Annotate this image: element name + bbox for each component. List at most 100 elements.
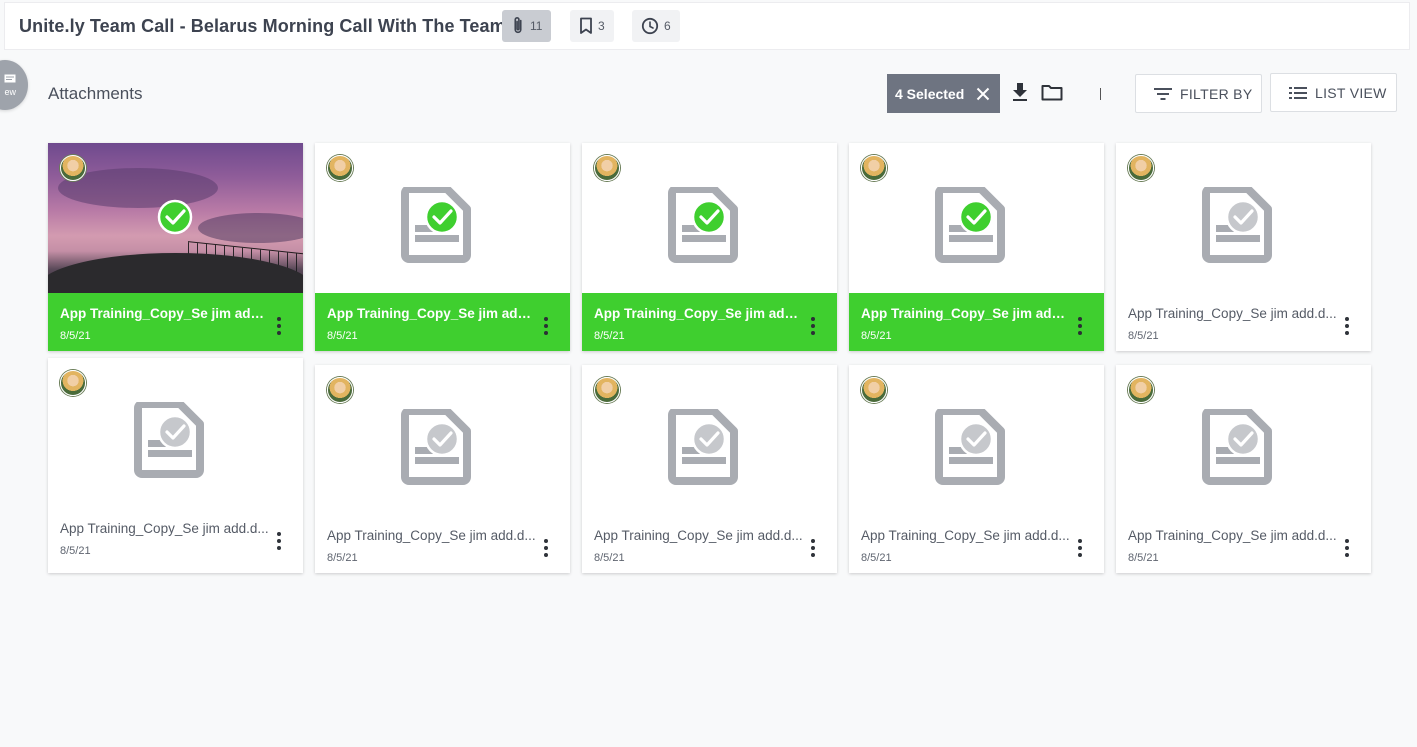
selected-check-icon[interactable] [958,199,994,235]
attachment-card[interactable]: App Training_Copy_Se jim add.d... 8/5/21 [48,143,303,351]
history-count: 6 [664,19,671,33]
avatar [594,155,620,181]
attachment-name: App Training_Copy_Se jim add.d... [594,306,806,321]
avatar [1128,155,1154,181]
clear-selection-icon[interactable] [976,87,990,101]
history-tab[interactable]: 6 [632,10,680,42]
attachment-card[interactable]: App Training_Copy_Se jim add.d... 8/5/21 [849,365,1104,573]
more-options-icon[interactable] [811,539,815,557]
attachment-date: 8/5/21 [60,545,91,557]
attachment-name: App Training_Copy_Se jim add.d... [327,306,539,321]
attachment-thumbnail[interactable] [48,143,303,293]
download-icon[interactable] [1012,82,1028,102]
bookmark-icon [580,17,592,34]
attachment-date: 8/5/21 [327,552,358,564]
attachment-name: App Training_Copy_Se jim add.d... [861,306,1073,321]
attachment-name: App Training_Copy_Se jim add.d... [594,528,803,543]
list-view-label: LIST VIEW [1315,84,1387,101]
attachment-card[interactable]: App Training_Copy_Se jim add.d... 8/5/21 [582,365,837,573]
section-title: Attachments [48,84,143,103]
attachment-card[interactable]: App Training_Copy_Se jim add.d... 8/5/21 [315,365,570,573]
attachment-footer: App Training_Copy_Se jim add.d... 8/5/21 [582,515,837,573]
attachments-tab[interactable]: 11 [502,10,552,42]
attachment-name: App Training_Copy_Se jim add.d... [60,306,272,321]
more-options-icon[interactable] [544,317,548,335]
attachment-thumbnail[interactable] [849,143,1104,293]
attachment-card[interactable]: App Training_Copy_Se jim add.d... 8/5/21 [849,143,1104,351]
filter-icon [1154,87,1172,100]
avatar [861,377,887,403]
selected-count-label: 4 Selected [895,85,965,102]
attachment-footer: App Training_Copy_Se jim add.d... 8/5/21 [315,515,570,573]
comment-icon [4,74,16,82]
attachment-date: 8/5/21 [1128,552,1159,564]
attachment-date: 8/5/21 [60,330,91,342]
bookmarks-count: 3 [598,19,605,33]
attachment-name: App Training_Copy_Se jim add.d... [1128,528,1337,543]
toolbar-divider [1100,88,1101,100]
filter-by-button[interactable]: FILTER BY [1135,74,1262,113]
attachment-date: 8/5/21 [1128,330,1159,342]
attachment-thumbnail[interactable] [1116,143,1371,293]
attachment-thumbnail[interactable] [315,365,570,515]
avatar [1128,377,1154,403]
attachment-card[interactable]: App Training_Copy_Se jim add.d... 8/5/21 [582,143,837,351]
attachment-name: App Training_Copy_Se jim add.d... [861,528,1070,543]
more-options-icon[interactable] [1345,539,1349,557]
attachment-thumbnail[interactable] [1116,365,1371,515]
page-title: Unite.ly Team Call - Belarus Morning Cal… [19,15,506,36]
attachment-thumbnail[interactable] [582,365,837,515]
attachment-card[interactable]: App Training_Copy_Se jim add.d... 8/5/21 [48,358,303,573]
select-check-icon[interactable] [1225,421,1261,457]
more-options-icon[interactable] [1078,539,1082,557]
attachment-date: 8/5/21 [861,330,892,342]
attachment-thumbnail[interactable] [315,143,570,293]
attachment-footer: App Training_Copy_Se jim add.d... 8/5/21 [582,293,837,351]
bookmarks-tab[interactable]: 3 [570,10,614,42]
more-options-icon[interactable] [277,532,281,550]
attachment-card[interactable]: App Training_Copy_Se jim add.d... 8/5/21 [1116,365,1371,573]
more-options-icon[interactable] [811,317,815,335]
attachment-footer: App Training_Copy_Se jim add.d... 8/5/21 [849,515,1104,573]
attachment-footer: App Training_Copy_Se jim add.d... 8/5/21 [1116,515,1371,573]
attachment-footer: App Training_Copy_Se jim add.d... 8/5/21 [315,293,570,351]
avatar [861,155,887,181]
list-view-button[interactable]: LIST VIEW [1270,73,1397,112]
clock-icon [641,17,659,35]
selected-check-icon[interactable] [157,199,193,235]
header-bar: Unite.ly Team Call - Belarus Morning Cal… [4,2,1410,50]
folder-icon[interactable] [1041,84,1063,101]
paperclip-icon [514,17,522,34]
attachment-card[interactable]: App Training_Copy_Se jim add.d... 8/5/21 [315,143,570,351]
avatar [327,377,353,403]
more-options-icon[interactable] [1345,317,1349,335]
attachment-footer: App Training_Copy_Se jim add.d... 8/5/21 [1116,293,1371,351]
more-options-icon[interactable] [1078,317,1082,335]
more-options-icon[interactable] [277,317,281,335]
list-icon [1289,86,1307,99]
select-check-icon[interactable] [958,421,994,457]
attachment-card[interactable]: App Training_Copy_Se jim add.d... 8/5/21 [1116,143,1371,351]
side-panel-toggle[interactable]: ew [0,60,28,110]
avatar [327,155,353,181]
more-options-icon[interactable] [544,539,548,557]
select-check-icon[interactable] [691,421,727,457]
attachment-thumbnail[interactable] [849,365,1104,515]
attachment-date: 8/5/21 [861,552,892,564]
attachment-name: App Training_Copy_Se jim add.d... [1128,306,1337,321]
selected-check-icon[interactable] [424,199,460,235]
avatar [60,370,86,396]
attachment-thumbnail[interactable] [48,358,303,508]
attachments-count: 11 [530,19,543,33]
attachment-date: 8/5/21 [594,552,625,564]
attachment-date: 8/5/21 [327,330,358,342]
selected-check-icon[interactable] [691,199,727,235]
select-check-icon[interactable] [424,421,460,457]
select-check-icon[interactable] [157,414,193,450]
attachment-footer: App Training_Copy_Se jim add.d... 8/5/21 [48,293,303,351]
side-tab-label: ew [4,86,16,97]
attachment-name: App Training_Copy_Se jim add.d... [327,528,536,543]
select-check-icon[interactable] [1225,199,1261,235]
attachment-footer: App Training_Copy_Se jim add.d... 8/5/21 [48,508,303,566]
attachment-thumbnail[interactable] [582,143,837,293]
